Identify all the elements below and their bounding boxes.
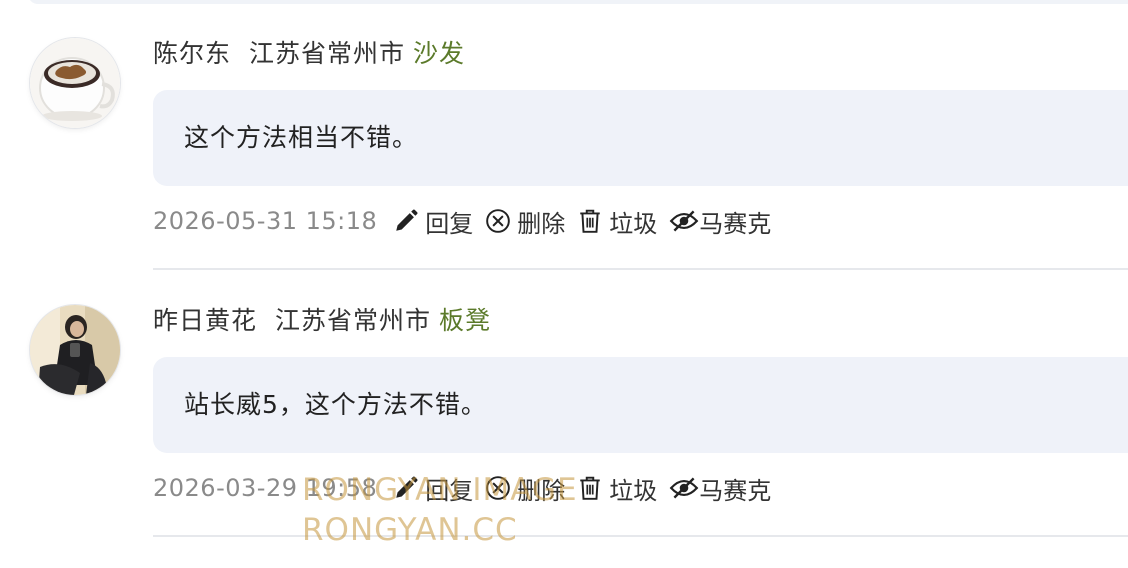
author-location: 江苏省常州市 [275, 306, 432, 335]
divider [153, 535, 1128, 537]
watermark-line-2: RONGYAN.CC [302, 512, 518, 548]
comment-time: 2026-03-29 19:58 [153, 474, 378, 502]
author-line: 昨日黄花 江苏省常州市 板凳 [153, 305, 491, 337]
author-name[interactable]: 昨日黄花 [153, 306, 257, 335]
comment-bubble: 站长威5，这个方法不错。 [153, 357, 1128, 453]
mosaic-label: 马赛克 [699, 476, 772, 505]
reply-button[interactable]: 回复 [393, 471, 473, 506]
delete-label: 删除 [517, 476, 566, 505]
floor-rank-badge: 板凳 [439, 306, 492, 335]
comment-text: 站长威5，这个方法不错。 [184, 390, 487, 419]
avatar[interactable] [30, 305, 120, 395]
comment-meta-bar: 2026-03-29 19:58 回复 删除 垃圾 马赛克 [153, 471, 783, 506]
reply-label: 回复 [425, 476, 474, 505]
trash-icon [580, 476, 601, 500]
eye-slash-icon [669, 477, 699, 499]
spam-label: 垃圾 [609, 476, 658, 505]
spam-button[interactable]: 垃圾 [577, 471, 657, 506]
person-photo-avatar-image [30, 305, 120, 395]
comment-item: 昨日黄花 江苏省常州市 板凳 站长威5，这个方法不错。 2026-03-29 19:… [0, 0, 1128, 537]
mosaic-button[interactable]: 马赛克 [669, 471, 771, 506]
delete-button[interactable]: 删除 [485, 471, 565, 506]
divider [153, 268, 1128, 270]
pencil-icon [396, 476, 418, 498]
circle-x-icon [486, 476, 511, 500]
